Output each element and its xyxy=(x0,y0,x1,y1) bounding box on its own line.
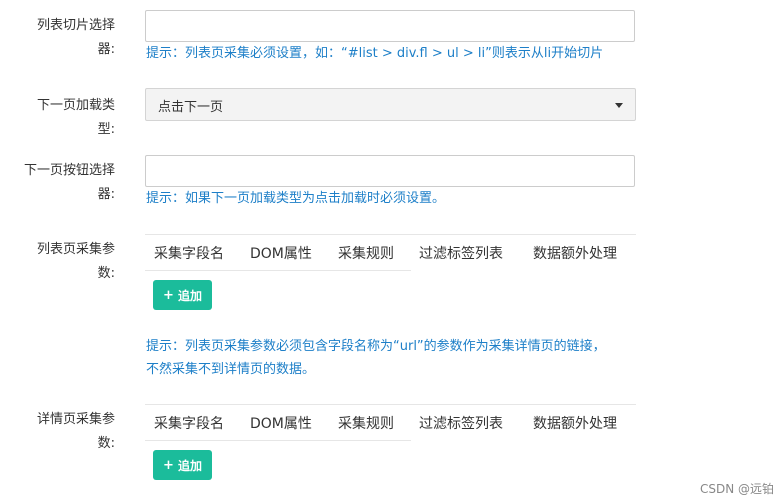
column-header: 采集字段名 xyxy=(154,246,224,262)
next-page-button-hint: 提示：如果下一页加载类型为点击加载时必须设置。 xyxy=(146,191,446,206)
column-header: 采集字段名 xyxy=(154,416,224,432)
next-page-type-value: 点击下一页 xyxy=(158,100,224,115)
column-header: DOM属性 xyxy=(250,246,312,262)
next-page-button-label-line2: 器: xyxy=(97,187,115,202)
table-border-top xyxy=(145,234,636,235)
next-page-button-input[interactable] xyxy=(145,155,635,187)
next-page-type-select[interactable]: 点击下一页 xyxy=(145,88,636,121)
list-params-hint-line1: 提示：列表页采集参数必须包含字段名称为“url”的参数作为采集详情页的链接， xyxy=(146,339,606,354)
table-border-top xyxy=(145,404,636,405)
next-page-button-label-line1: 下一页按钮选择 xyxy=(23,163,115,178)
table-border-bottom xyxy=(145,270,411,271)
add-button-label: 追加 xyxy=(177,458,202,473)
plus-icon: + xyxy=(163,457,174,473)
column-header: 过滤标签列表 xyxy=(419,416,503,432)
column-header: 采集规则 xyxy=(338,246,394,262)
table-border-bottom xyxy=(145,440,411,441)
next-page-button-label: 下一页按钮选择 器: xyxy=(5,159,115,207)
next-page-type-label: 下一页加载类 型: xyxy=(5,94,115,142)
column-header: 过滤标签列表 xyxy=(419,246,503,262)
watermark: CSDN @远铂 xyxy=(699,482,774,496)
plus-icon: + xyxy=(163,287,174,303)
detail-params-add-button[interactable]: + 追加 xyxy=(153,450,212,480)
list-params-label: 列表页采集参 数: xyxy=(5,238,115,286)
caret-down-icon xyxy=(615,103,623,108)
column-header: 数据额外处理 xyxy=(533,246,617,262)
detail-params-label-line1: 详情页采集参 xyxy=(36,412,115,427)
detail-params-label-line2: 数: xyxy=(97,436,115,451)
list-selector-label-line2: 器: xyxy=(97,42,115,57)
detail-params-label: 详情页采集参 数: xyxy=(5,408,115,456)
column-header: 数据额外处理 xyxy=(533,416,617,432)
list-params-hint: 提示：列表页采集参数必须包含字段名称为“url”的参数作为采集详情页的链接， 不… xyxy=(146,335,606,381)
list-selector-label: 列表切片选择 器: xyxy=(5,14,115,62)
list-params-add-button[interactable]: + 追加 xyxy=(153,280,212,310)
list-selector-label-line1: 列表切片选择 xyxy=(36,18,115,33)
list-params-label-line1: 列表页采集参 xyxy=(36,242,115,257)
list-selector-hint: 提示：列表页采集必须设置，如：“#list > div.fl > ul > li… xyxy=(146,46,604,61)
column-header: 采集规则 xyxy=(338,416,394,432)
list-params-label-line2: 数: xyxy=(97,266,115,281)
add-button-label: 追加 xyxy=(177,288,202,303)
next-page-type-label-line1: 下一页加载类 xyxy=(36,98,115,113)
list-selector-input[interactable] xyxy=(145,10,635,42)
next-page-type-label-line2: 型: xyxy=(97,122,115,137)
column-header: DOM属性 xyxy=(250,416,312,432)
list-params-hint-line2: 不然采集不到详情页的数据。 xyxy=(146,362,316,377)
